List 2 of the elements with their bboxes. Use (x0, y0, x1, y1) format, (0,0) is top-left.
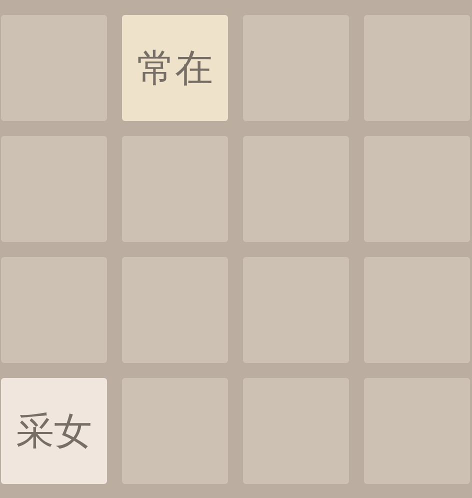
game-tile: 常在 (122, 15, 228, 121)
game-tile: 采女 (1, 378, 107, 484)
